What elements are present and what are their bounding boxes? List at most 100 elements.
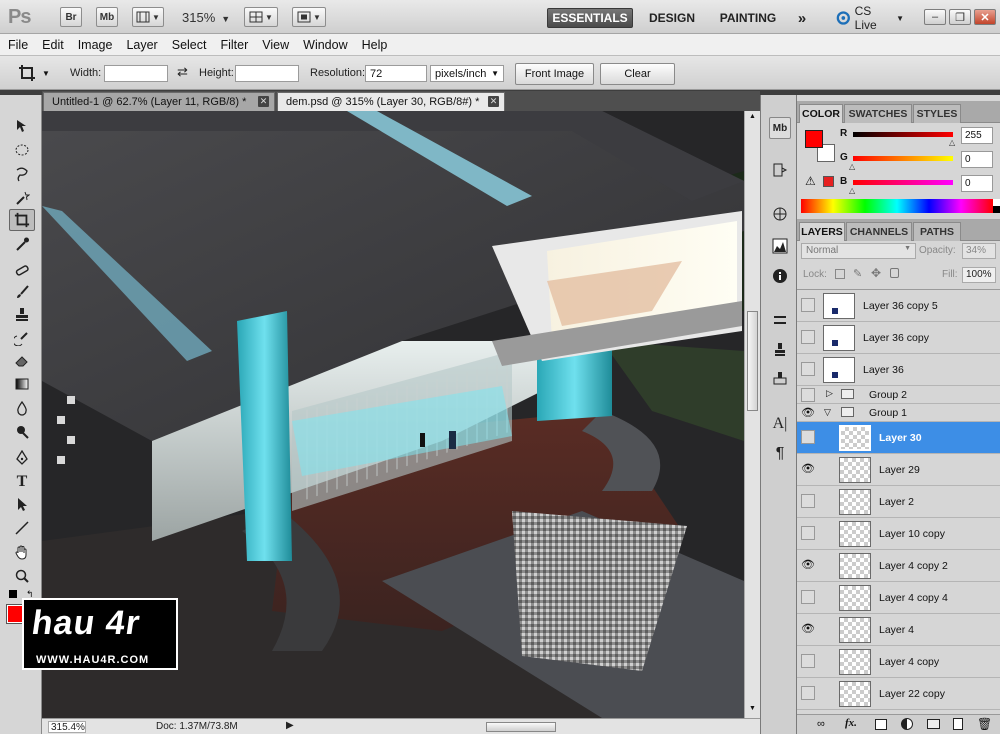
close-tab-icon[interactable]: ✕ [488, 96, 499, 107]
eraser-tool[interactable] [9, 349, 35, 371]
close-window-button[interactable]: ✕ [974, 9, 996, 25]
default-colors-icon[interactable] [9, 590, 17, 598]
path-selection-tool[interactable] [9, 493, 35, 515]
menu-file[interactable]: File [8, 38, 28, 52]
visibility-toggle[interactable] [801, 686, 815, 700]
layer-row-layer-4-copy[interactable]: Layer 4 copy [797, 646, 1000, 678]
menu-filter[interactable]: Filter [220, 38, 248, 52]
histogram-panel-icon[interactable] [769, 235, 791, 257]
minimize-button[interactable]: – [924, 9, 946, 25]
opacity-input[interactable]: 34% [962, 243, 996, 259]
zoom-percentage-field[interactable]: 315.4% [48, 721, 86, 733]
brush-presets-panel-icon[interactable] [769, 309, 791, 331]
add-mask-icon[interactable] [875, 719, 887, 730]
scroll-down-icon[interactable]: ▼ [747, 705, 758, 714]
visibility-toggle[interactable] [801, 362, 815, 376]
blue-slider-thumb-icon[interactable]: △ [849, 186, 855, 195]
visibility-toggle[interactable] [801, 330, 815, 344]
layer-row-group-1[interactable]: 👁 ▽ Group 1 [797, 404, 1000, 422]
line-tool[interactable] [9, 517, 35, 539]
green-value-input[interactable]: 0 [961, 151, 993, 168]
width-input[interactable] [104, 65, 168, 82]
hand-tool[interactable] [9, 541, 35, 563]
layer-row-layer-4-copy-2[interactable]: 👁 Layer 4 copy 2 [797, 550, 1000, 582]
menu-edit[interactable]: Edit [42, 38, 64, 52]
visibility-toggle[interactable] [801, 590, 815, 604]
workspace-design[interactable]: DESIGN [643, 8, 701, 28]
menu-help[interactable]: Help [362, 38, 388, 52]
menu-select[interactable]: Select [172, 38, 207, 52]
visibility-toggle[interactable] [801, 526, 815, 540]
visibility-toggle[interactable] [801, 388, 815, 402]
red-slider-track[interactable] [853, 132, 953, 137]
clear-button[interactable]: Clear [600, 63, 675, 85]
visibility-toggle[interactable] [801, 654, 815, 668]
blend-mode-select[interactable]: Normal ▼ [801, 243, 916, 259]
tab-channels[interactable]: CHANNELS [846, 222, 912, 241]
red-slider-thumb-icon[interactable]: △ [949, 138, 955, 147]
workspace-painting[interactable]: PAINTING [711, 8, 785, 28]
navigator-panel-icon[interactable] [769, 203, 791, 225]
tab-layers[interactable]: LAYERS [799, 222, 845, 241]
trash-icon[interactable]: 🗑 [977, 717, 992, 731]
tab-untitled-1[interactable]: Untitled-1 @ 62.7% (Layer 11, RGB/8) * ✕ [43, 92, 275, 111]
tab-dem-psd[interactable]: dem.psd @ 315% (Layer 30, RGB/8#) * ✕ [277, 92, 505, 111]
zoom-level-selector[interactable]: 315% ▼ [182, 10, 230, 25]
layer-row-layer-30[interactable]: Layer 30 [797, 422, 1000, 454]
marquee-tool[interactable] [9, 139, 35, 161]
visibility-toggle[interactable] [801, 494, 815, 508]
dodge-tool[interactable] [9, 421, 35, 443]
swap-dimensions-icon[interactable]: ⇄ [177, 64, 188, 80]
menu-view[interactable]: View [262, 38, 289, 52]
layer-row-layer-36[interactable]: Layer 36 [797, 354, 1000, 386]
clone-source-panel-icon[interactable] [769, 339, 791, 361]
gradient-tool[interactable] [9, 373, 35, 395]
out-of-gamut-warning-icon[interactable]: ⚠ [805, 174, 816, 188]
brush-tool[interactable] [9, 281, 35, 303]
new-layer-icon[interactable] [953, 718, 963, 730]
lock-position-icon[interactable]: ✥ [871, 266, 881, 280]
healing-brush-tool[interactable] [9, 259, 35, 281]
bridge-button[interactable]: Br [60, 7, 82, 27]
mini-bridge-panel-icon[interactable]: Mb [769, 117, 791, 139]
collapse-arrow-icon[interactable]: ▽ [824, 407, 831, 418]
layer-row-layer-36-copy[interactable]: Layer 36 copy [797, 322, 1000, 354]
blur-tool[interactable] [9, 397, 35, 419]
eyedropper-tool[interactable] [9, 233, 35, 255]
close-tab-icon[interactable]: ✕ [258, 96, 269, 107]
blue-value-input[interactable]: 0 [961, 175, 993, 192]
gamut-color-chip[interactable] [823, 176, 834, 187]
magic-wand-tool[interactable] [9, 187, 35, 209]
tool-preset-picker[interactable]: ▼ [18, 62, 58, 84]
menu-image[interactable]: Image [78, 38, 113, 52]
lock-all-icon[interactable] [890, 268, 899, 278]
vertical-scrollbar[interactable]: ▲ ▼ [744, 111, 760, 718]
tab-color[interactable]: COLOR [799, 104, 843, 123]
green-slider-track[interactable] [853, 156, 953, 161]
green-slider-thumb-icon[interactable]: △ [849, 162, 855, 171]
new-group-icon[interactable] [927, 719, 940, 729]
spectrum-white-chip[interactable] [993, 199, 1000, 206]
layer-row-layer-22-copy[interactable]: Layer 22 copy [797, 678, 1000, 710]
lock-pixels-icon[interactable]: ✎ [853, 267, 862, 280]
mini-bridge-button[interactable]: Mb [96, 7, 118, 27]
view-extras-button[interactable]: ▼ [132, 7, 164, 27]
tool-presets-panel-icon[interactable] [769, 367, 791, 389]
eye-icon[interactable]: 👁 [801, 406, 815, 420]
visibility-toggle[interactable] [801, 298, 815, 312]
crop-tool[interactable] [9, 209, 35, 231]
menu-layer[interactable]: Layer [126, 38, 157, 52]
layer-row-group-2[interactable]: ▷ Group 2 [797, 386, 1000, 404]
zoom-tool[interactable] [9, 565, 35, 587]
more-workspaces-button[interactable]: » [790, 8, 814, 28]
resolution-unit-select[interactable]: pixels/inch ▼ [430, 65, 504, 82]
front-image-button[interactable]: Front Image [515, 63, 594, 85]
height-input[interactable] [235, 65, 299, 82]
arrange-documents-button[interactable]: ▼ [244, 7, 278, 27]
blue-slider-track[interactable] [853, 180, 953, 185]
horizontal-scroll-thumb[interactable] [486, 722, 556, 732]
cs-live-button[interactable]: CS Live ▼ [836, 4, 904, 32]
adjustment-layer-icon[interactable] [901, 718, 913, 730]
layer-row-layer-2[interactable]: Layer 2 [797, 486, 1000, 518]
color-spectrum-bar[interactable] [801, 199, 993, 213]
